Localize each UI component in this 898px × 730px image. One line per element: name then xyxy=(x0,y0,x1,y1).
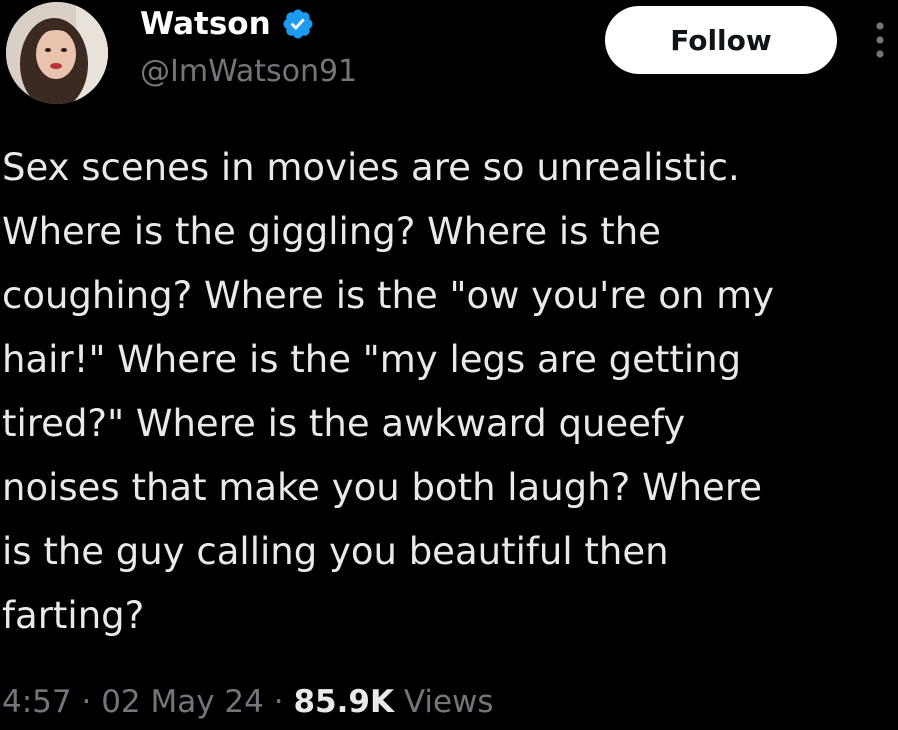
views-label: Views xyxy=(393,684,494,720)
display-name[interactable]: Watson xyxy=(140,6,271,42)
tweet-text-line: coughing? Where is the "ow you're on my xyxy=(2,274,775,317)
views-count: 85.9K xyxy=(293,684,394,720)
tweet-meta: 4:57 · 02 May 24 · 85.9K Views xyxy=(2,684,494,720)
avatar-image xyxy=(6,2,108,104)
tweet-time[interactable]: 4:57 xyxy=(2,684,72,720)
tweet-text-line: farting? xyxy=(2,594,145,637)
tweet-text-line: Where is the giggling? Where is the xyxy=(2,210,661,253)
tweet-text: Sex scenes in movies are so unrealistic.… xyxy=(2,136,898,648)
name-row: Watson xyxy=(140,2,315,46)
tweet: Watson @ImWatson91 Follow Sex scenes in … xyxy=(0,0,898,730)
more-vertical-icon xyxy=(876,22,884,58)
tweet-date[interactable]: 02 May 24 xyxy=(101,684,264,720)
tweet-text-line: is the guy calling you beautiful then xyxy=(2,530,669,573)
tweet-text-line: noises that make you both laugh? Where xyxy=(2,466,762,509)
verified-badge-icon xyxy=(281,7,315,41)
tweet-text-line: Sex scenes in movies are so unrealistic. xyxy=(2,146,740,189)
user-handle[interactable]: @ImWatson91 xyxy=(140,54,357,89)
meta-separator: · xyxy=(71,684,102,720)
tweet-text-line: tired?" Where is the awkward queefy xyxy=(2,402,686,445)
avatar[interactable] xyxy=(6,2,108,104)
follow-button[interactable]: Follow xyxy=(605,6,837,74)
more-options-button[interactable] xyxy=(866,18,894,62)
meta-separator: · xyxy=(263,684,294,720)
tweet-text-line: hair!" Where is the "my legs are getting xyxy=(2,338,742,381)
